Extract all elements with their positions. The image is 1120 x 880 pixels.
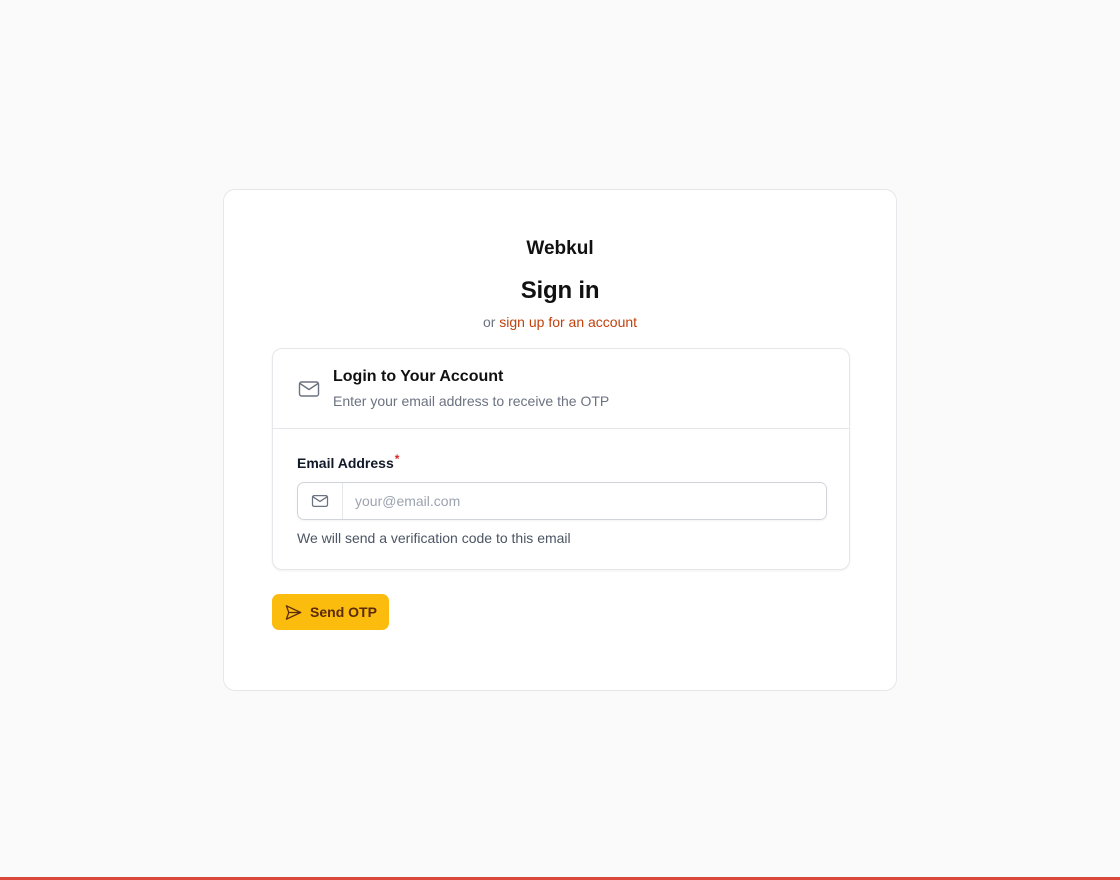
- signup-link[interactable]: sign up for an account: [499, 314, 637, 330]
- required-marker: *: [394, 452, 400, 466]
- signin-card: Webkul Sign in or sign up for an account…: [223, 189, 897, 691]
- login-panel-title: Login to Your Account: [333, 368, 504, 385]
- email-input-group: [297, 482, 827, 520]
- send-otp-label: Send OTP: [310, 604, 377, 620]
- mail-icon: [297, 377, 321, 401]
- email-input[interactable]: [343, 483, 826, 519]
- signup-prefix: or: [482, 314, 496, 330]
- email-help-text: We will send a verification code to this…: [297, 530, 571, 546]
- login-panel: Login to Your Account Enter your email a…: [272, 348, 850, 570]
- login-panel-description: Enter your email address to receive the …: [333, 393, 610, 409]
- brand-name: Webkul: [526, 238, 594, 259]
- mail-icon: [298, 483, 343, 519]
- send-otp-button[interactable]: Send OTP: [272, 594, 389, 630]
- email-label: Email Address*: [297, 452, 400, 471]
- send-icon: [284, 603, 303, 622]
- login-form: Email Address* We will send a verificati…: [273, 429, 849, 547]
- email-label-text: Email Address: [297, 455, 394, 471]
- page-title: Sign in: [520, 277, 600, 304]
- signup-prompt: or sign up for an account: [272, 312, 848, 332]
- login-panel-header: Login to Your Account Enter your email a…: [273, 349, 849, 429]
